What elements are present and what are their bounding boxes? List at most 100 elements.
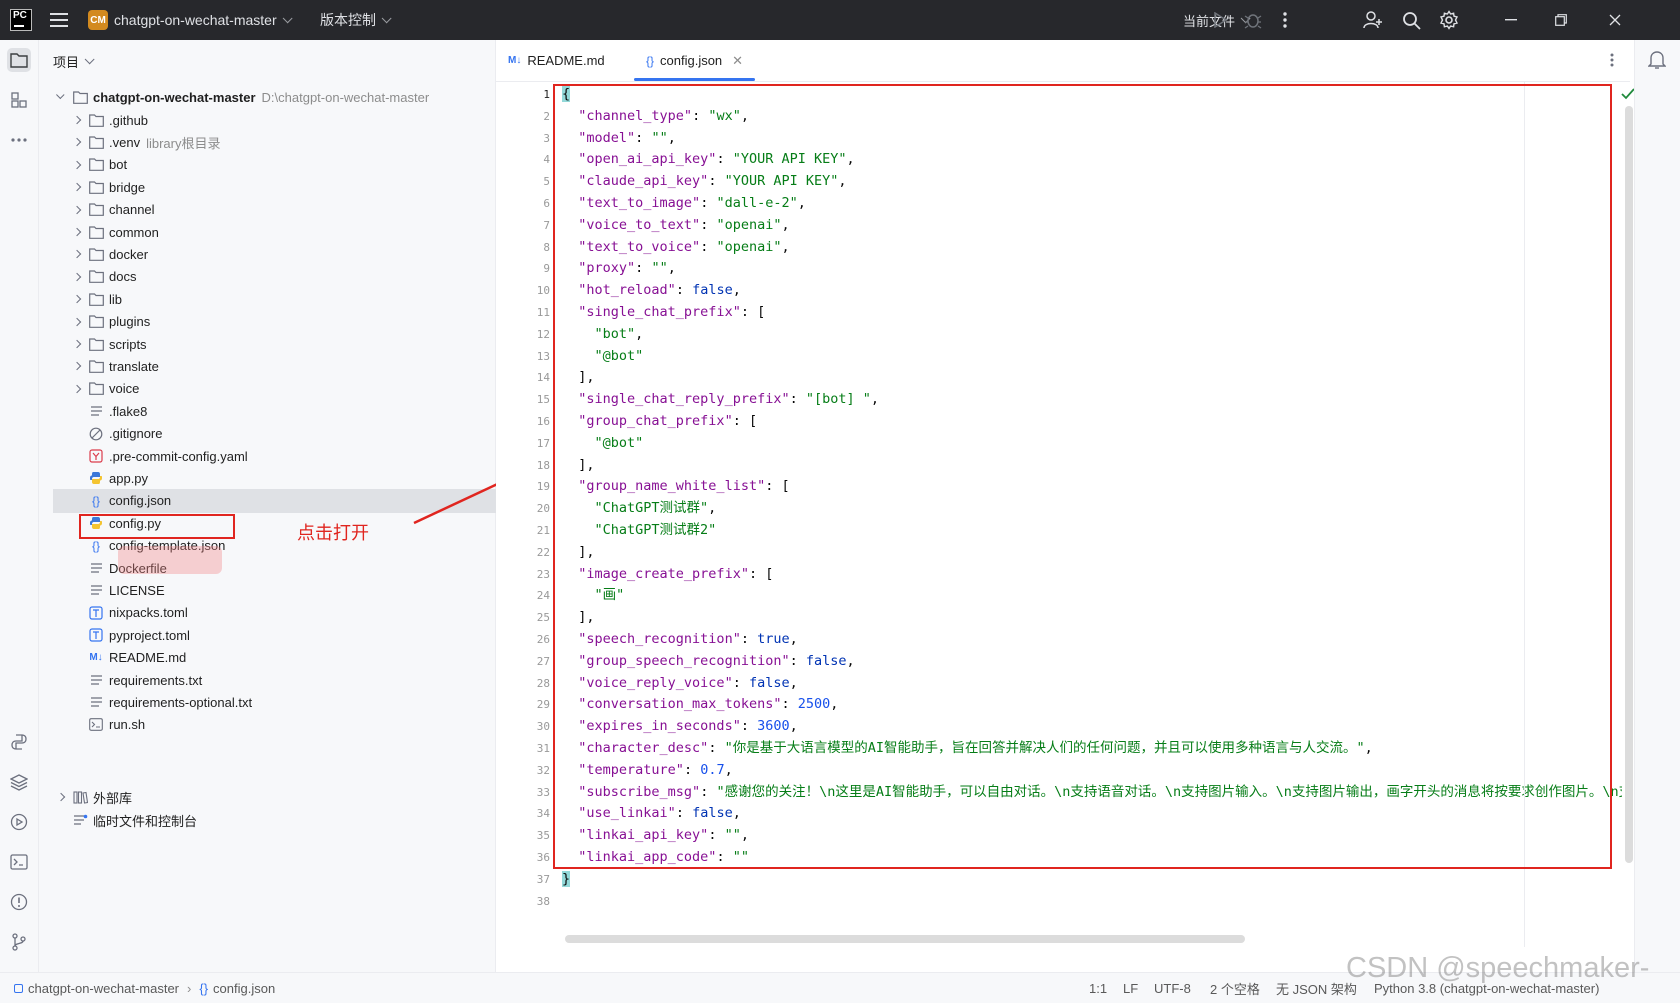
tree-item[interactable]: plugins — [39, 310, 527, 334]
tree-item[interactable]: scripts — [39, 332, 527, 356]
tree-scratches[interactable]: 临时文件和控制台 — [39, 808, 527, 832]
expand-arrow-icon[interactable] — [55, 792, 67, 802]
code-token: , — [732, 805, 741, 822]
expand-arrow-icon[interactable] — [71, 294, 83, 304]
expand-arrow-icon[interactable] — [71, 384, 83, 394]
problems-icon[interactable] — [7, 890, 31, 914]
expand-arrow-icon[interactable] — [71, 182, 83, 192]
tree-item[interactable]: docs — [39, 265, 527, 289]
expand-arrow-icon[interactable] — [71, 317, 83, 326]
tree-item[interactable]: voice — [39, 377, 527, 401]
tab-close-icon[interactable]: ✕ — [732, 53, 743, 69]
tree-item[interactable]: requirements-optional.txt — [39, 690, 543, 714]
tree-item[interactable]: Dockerfile — [39, 556, 543, 580]
services-icon[interactable] — [7, 810, 31, 834]
project-tool-icon[interactable] — [7, 48, 31, 72]
debug-icon[interactable] — [1242, 0, 1264, 40]
tab-config-json[interactable]: {} config.json ✕ — [634, 40, 756, 81]
tree-item[interactable]: lib — [39, 287, 527, 311]
add-user-icon[interactable] — [1362, 0, 1384, 40]
pycharm-logo-icon[interactable]: PC — [10, 9, 32, 31]
json-schema[interactable]: 无 JSON 架构 — [1276, 973, 1357, 1003]
project-selector[interactable]: chatgpt-on-wechat-master — [114, 0, 293, 40]
expand-arrow-icon[interactable] — [71, 205, 83, 214]
tree-item[interactable]: .venv library根目录 — [39, 130, 527, 154]
code-token: : — [635, 129, 652, 146]
search-icon[interactable] — [1400, 0, 1422, 40]
tree-root[interactable]: chatgpt-on-wechat-master D:\chatgpt-on-w… — [39, 85, 511, 109]
tree-item[interactable]: bot — [39, 153, 527, 177]
expand-arrow-icon[interactable] — [71, 339, 83, 349]
more-actions-icon[interactable] — [1274, 0, 1296, 40]
tree-item[interactable]: {} config.json — [53, 488, 517, 513]
tree-item[interactable]: .flake8 — [39, 399, 543, 423]
folder-icon — [87, 112, 105, 128]
code-token: "linkai_api_key" — [578, 827, 709, 844]
expand-arrow-icon[interactable] — [71, 115, 83, 125]
minimize-icon[interactable] — [1500, 0, 1522, 40]
tree-item[interactable]: app.py — [39, 466, 543, 490]
main-menu-icon[interactable] — [50, 0, 70, 40]
code-content[interactable]: { "channel_type": "wx", "model": "", "op… — [562, 82, 1622, 982]
expand-arrow-icon[interactable] — [71, 160, 83, 170]
code-token: , — [797, 195, 806, 211]
tree-item[interactable]: channel — [39, 198, 527, 222]
line-number: 19 — [536, 480, 550, 494]
tree-item[interactable]: docker — [39, 242, 527, 266]
folder-icon — [87, 224, 105, 240]
line-separator[interactable]: LF — [1123, 973, 1138, 1003]
indent-setting[interactable]: 2 个空格 — [1210, 973, 1260, 1003]
tree-item[interactable]: .gitignore — [39, 422, 543, 446]
layers-icon[interactable] — [7, 770, 31, 794]
python-packages-icon[interactable] — [7, 730, 31, 754]
expand-arrow-icon[interactable] — [71, 227, 83, 237]
vcs-menu[interactable]: 版本控制 — [320, 0, 392, 40]
breadcrumb-project[interactable]: chatgpt-on-wechat-master — [28, 981, 179, 996]
tree-item[interactable]: pyproject.toml — [39, 623, 543, 647]
expand-arrow-icon[interactable] — [71, 250, 83, 259]
horizontal-scrollbar[interactable] — [565, 935, 1245, 943]
expand-arrow-icon[interactable] — [71, 362, 83, 371]
git-icon[interactable] — [7, 930, 31, 954]
structure-tool-icon[interactable] — [7, 88, 31, 112]
tree-item[interactable]: run.sh — [39, 713, 543, 737]
terminal-icon[interactable] — [7, 850, 31, 874]
more-tools-icon[interactable] — [7, 128, 31, 152]
tree-item[interactable]: LICENSE — [39, 578, 543, 602]
tree-label: channel — [109, 202, 155, 218]
tree-item[interactable]: bridge — [39, 175, 527, 199]
tab-readme[interactable]: M↓ README.md — [508, 40, 605, 81]
notifications-bell-icon[interactable] — [1647, 50, 1667, 73]
tree-item[interactable]: translate — [39, 354, 527, 378]
code-token: "画" — [594, 587, 625, 604]
project-panel-title[interactable]: 项目 — [53, 52, 95, 71]
code-line: ], — [562, 455, 594, 477]
gear-icon[interactable] — [1438, 0, 1460, 40]
vertical-scrollbar[interactable] — [1625, 106, 1633, 863]
toml-file-icon — [87, 627, 105, 643]
tree-item[interactable]: M↓ README.md — [39, 646, 543, 670]
caret-position[interactable]: 1:1 — [1089, 973, 1107, 1003]
tab-label: config.json — [660, 53, 723, 68]
tree-item[interactable]: requirements.txt — [39, 668, 543, 692]
json-file-icon: {} — [199, 980, 209, 996]
text-file-icon — [87, 694, 105, 710]
breadcrumb-file[interactable]: config.json — [213, 981, 275, 996]
editor-more-icon[interactable] — [1610, 53, 1614, 70]
tree-item[interactable]: .github — [39, 108, 527, 132]
tree-item[interactable]: .pre-commit-config.yaml — [39, 444, 543, 468]
tree-external-libs[interactable]: 外部库 — [39, 785, 511, 809]
expand-arrow-icon[interactable] — [71, 138, 83, 147]
restore-icon[interactable] — [1550, 0, 1572, 40]
tree-item[interactable]: common — [39, 220, 527, 244]
expand-arrow-icon[interactable] — [71, 272, 83, 282]
run-icon[interactable] — [1209, 0, 1231, 40]
tree-item[interactable]: nixpacks.toml — [39, 601, 543, 625]
file-encoding[interactable]: UTF-8 — [1154, 973, 1191, 1003]
no-problems-check-icon[interactable] — [1621, 88, 1635, 103]
project-badge[interactable]: CM — [88, 10, 108, 30]
expand-arrow-icon[interactable] — [55, 90, 67, 100]
close-icon[interactable] — [1604, 0, 1626, 40]
line-number: 29 — [536, 698, 550, 712]
